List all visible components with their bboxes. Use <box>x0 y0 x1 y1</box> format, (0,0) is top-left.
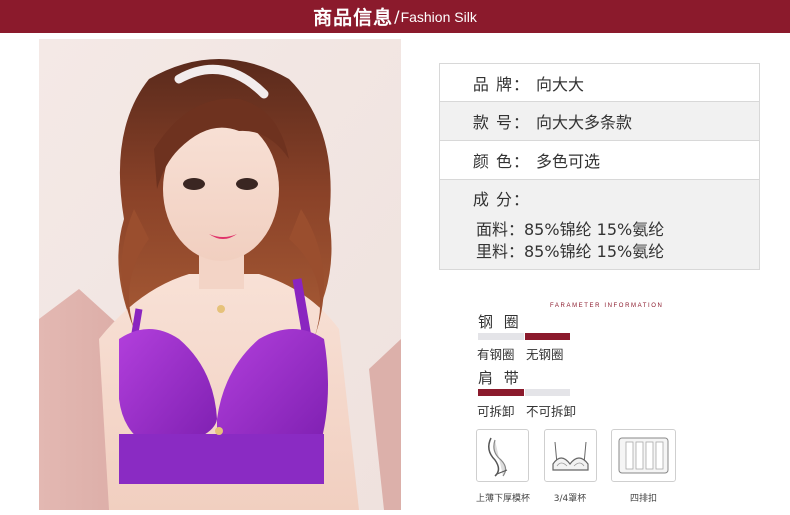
spec-row-color: 颜 色： 多色可选 <box>440 141 759 179</box>
composition-label: 成 分： <box>472 190 530 209</box>
color-label: 颜 色： <box>472 152 530 171</box>
cup-profile-icon <box>476 429 529 482</box>
underwire-option-with: 有钢圈 <box>477 347 515 362</box>
lining-material: 里料：85%锦纶 15%氨纶 <box>476 242 665 261</box>
model-label: 款 号： <box>472 113 530 132</box>
header-bar: 商品信息 / Fashion Silk <box>0 0 790 33</box>
brand-label: 品 牌： <box>472 74 530 94</box>
strap-bar-fixed <box>525 389 570 396</box>
header-separator: / <box>394 7 400 26</box>
underwire-title: 钢 圈 <box>478 313 522 331</box>
four-row-hook-icon <box>611 429 676 482</box>
spec-row-brand: 品 牌： 向大大 <box>440 64 759 101</box>
three-quarter-cup-caption: 3/4罩杯 <box>553 494 587 504</box>
spec-table: 品 牌： 向大大 款 号： 向大大多条款 颜 色： 多色可选 成 分： 面料：8… <box>439 63 760 270</box>
four-row-hook-caption: 四排扣 <box>629 494 657 504</box>
parameter-heading: FARAMETER INFORMATION <box>550 303 664 309</box>
strap-option-detachable: 可拆卸 <box>477 404 515 419</box>
product-photo <box>39 39 401 510</box>
underwire-bar-with <box>478 333 524 340</box>
underwire-option-without: 无钢圈 <box>526 347 564 362</box>
three-quarter-cup-icon <box>544 429 597 482</box>
model-illustration <box>39 39 401 510</box>
color-value: 多色可选 <box>536 152 601 171</box>
model-value: 向大大多条款 <box>536 113 633 132</box>
header-title-en: Fashion Silk <box>400 8 477 25</box>
spec-row-model: 款 号： 向大大多条款 <box>440 102 759 140</box>
cup-profile-caption: 上薄下厚模杯 <box>475 494 530 504</box>
strap-bar-detachable <box>478 389 524 396</box>
outer-material: 面料：85%锦纶 15%氨纶 <box>476 220 665 239</box>
underwire-bar-without <box>525 333 570 340</box>
brand-value: 向大大 <box>536 74 585 94</box>
strap-option-fixed: 不可拆卸 <box>526 404 577 419</box>
strap-title: 肩 带 <box>478 369 522 387</box>
header-title-cn: 商品信息 <box>313 7 394 29</box>
